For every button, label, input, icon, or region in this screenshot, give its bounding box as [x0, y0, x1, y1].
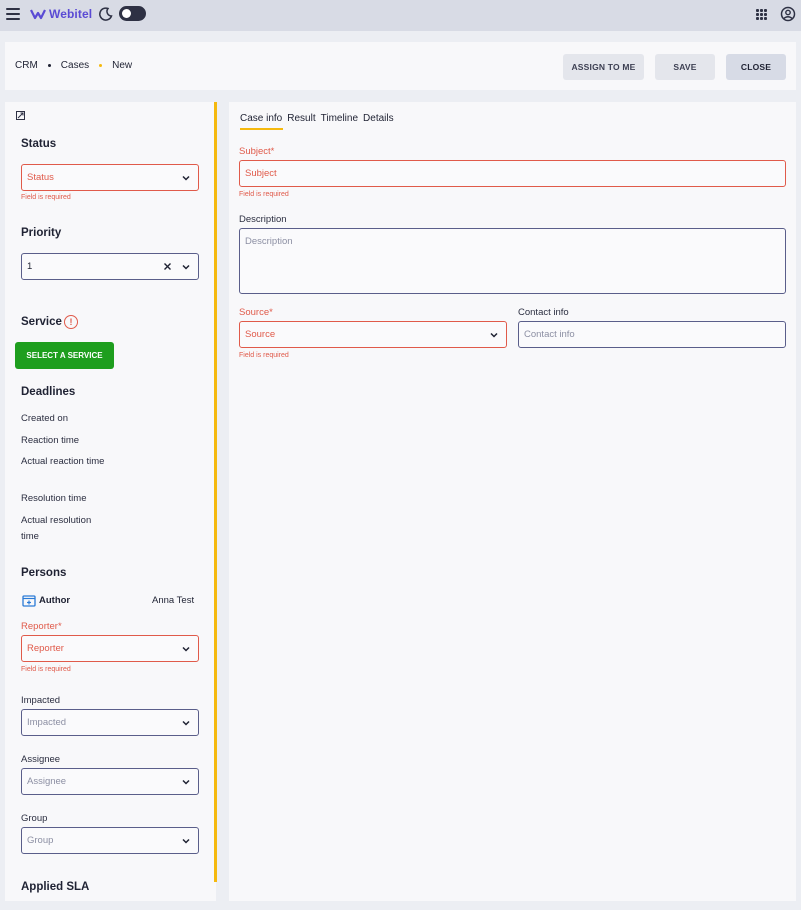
select-service-button[interactable]: SELECT A SERVICE — [15, 342, 114, 369]
sidebar-resize-handle[interactable] — [214, 102, 217, 882]
tab-case-info[interactable]: Case info — [240, 113, 284, 130]
clear-icon[interactable] — [163, 262, 172, 271]
chevron-down-icon — [182, 779, 190, 785]
impacted-label: Impacted — [21, 695, 61, 706]
description-label: Description — [239, 214, 287, 225]
logo-text: Webitel — [49, 7, 93, 21]
deadline-actual-reaction-time: Actual reaction time — [21, 456, 105, 467]
webitel-logo-icon — [30, 9, 46, 20]
expand-icon[interactable] — [16, 111, 25, 120]
subject-error: Field is required — [239, 191, 289, 198]
subject-input[interactable]: Subject — [239, 160, 786, 187]
source-label: Source* — [239, 307, 273, 318]
author-folder-icon — [22, 595, 36, 607]
group-placeholder: Group — [27, 835, 54, 846]
assignee-select[interactable]: Assignee — [21, 768, 199, 795]
assign-to-me-button[interactable]: ASSIGN TO ME — [563, 54, 644, 80]
status-placeholder: Status — [27, 172, 54, 183]
deadline-resolution-time: Resolution time — [21, 493, 87, 504]
source-placeholder: Source — [245, 329, 276, 340]
save-button[interactable]: SAVE — [655, 54, 715, 80]
warning-icon: ! — [64, 315, 78, 329]
close-button[interactable]: CLOSE — [726, 54, 786, 80]
status-error: Field is required — [21, 194, 71, 201]
reporter-placeholder: Reporter — [27, 643, 64, 654]
deadline-reaction-time: Reaction time — [21, 435, 80, 446]
tab-result[interactable]: Result — [287, 113, 315, 130]
service-title: Service — [21, 316, 62, 328]
apps-grid-icon[interactable] — [756, 9, 767, 20]
tab-timeline[interactable]: Timeline — [321, 113, 358, 130]
subject-label: Subject* — [239, 146, 275, 157]
source-select[interactable]: Source — [239, 321, 507, 348]
reporter-label: Reporter* — [21, 621, 62, 632]
subject-placeholder: Subject — [245, 168, 277, 179]
description-textarea[interactable]: Description — [239, 228, 786, 294]
chevron-down-icon — [182, 175, 190, 181]
group-select[interactable]: Group — [21, 827, 199, 854]
persons-title: Persons — [21, 567, 67, 579]
deadline-actual-resolution-time: Actual resolution time — [21, 515, 92, 542]
priority-value: 1 — [27, 261, 33, 272]
breadcrumb: CRM Cases New — [15, 60, 132, 71]
app-logo[interactable]: Webitel — [30, 7, 92, 21]
moon-icon[interactable] — [98, 6, 114, 22]
author-value: Anna Test — [152, 595, 195, 606]
chevron-down-icon — [490, 332, 498, 338]
assignee-label: Assignee — [21, 754, 61, 765]
reporter-select[interactable]: Reporter — [21, 635, 199, 662]
priority-select[interactable]: 1 — [21, 253, 199, 280]
chevron-down-icon — [182, 264, 190, 270]
status-title: Status — [21, 138, 57, 150]
source-error: Field is required — [239, 352, 289, 359]
deadline-created-on: Created on — [21, 413, 69, 424]
contact-info-input[interactable]: Contact info — [518, 321, 786, 348]
breadcrumb-new: New — [112, 60, 133, 71]
contact-info-placeholder: Contact info — [524, 329, 575, 340]
breadcrumb-separator — [47, 64, 51, 67]
deadlines-title: Deadlines — [21, 386, 76, 398]
case-details-panel: Case info Result Timeline Details Subjec… — [229, 102, 796, 901]
tab-bar: Case info Result Timeline Details — [240, 113, 394, 130]
chevron-down-icon — [182, 838, 190, 844]
breadcrumb-cases[interactable]: Cases — [61, 60, 89, 71]
hamburger-icon[interactable] — [6, 8, 20, 20]
group-label: Group — [21, 813, 48, 824]
author-label: Author — [39, 595, 71, 606]
tab-details[interactable]: Details — [363, 113, 394, 130]
case-sidebar: Status Status Field is required Priority… — [5, 102, 216, 901]
chevron-down-icon — [182, 646, 190, 652]
impacted-placeholder: Impacted — [27, 717, 67, 728]
breadcrumb-crm[interactable]: CRM — [15, 60, 38, 71]
priority-title: Priority — [21, 227, 62, 239]
theme-toggle[interactable] — [119, 6, 146, 21]
reporter-error: Field is required — [21, 666, 71, 673]
top-bar: Webitel — [0, 0, 801, 31]
applied-sla-title: Applied SLA — [21, 881, 90, 893]
impacted-select[interactable]: Impacted — [21, 709, 199, 736]
contact-info-label: Contact info — [518, 307, 569, 318]
status-select[interactable]: Status — [21, 164, 199, 191]
assignee-placeholder: Assignee — [27, 776, 67, 787]
account-icon[interactable] — [780, 6, 796, 22]
page-header: CRM Cases New ASSIGN TO ME SAVE CLOSE — [5, 42, 796, 90]
description-placeholder: Description — [245, 236, 293, 247]
breadcrumb-separator — [99, 64, 103, 67]
chevron-down-icon — [182, 720, 190, 726]
